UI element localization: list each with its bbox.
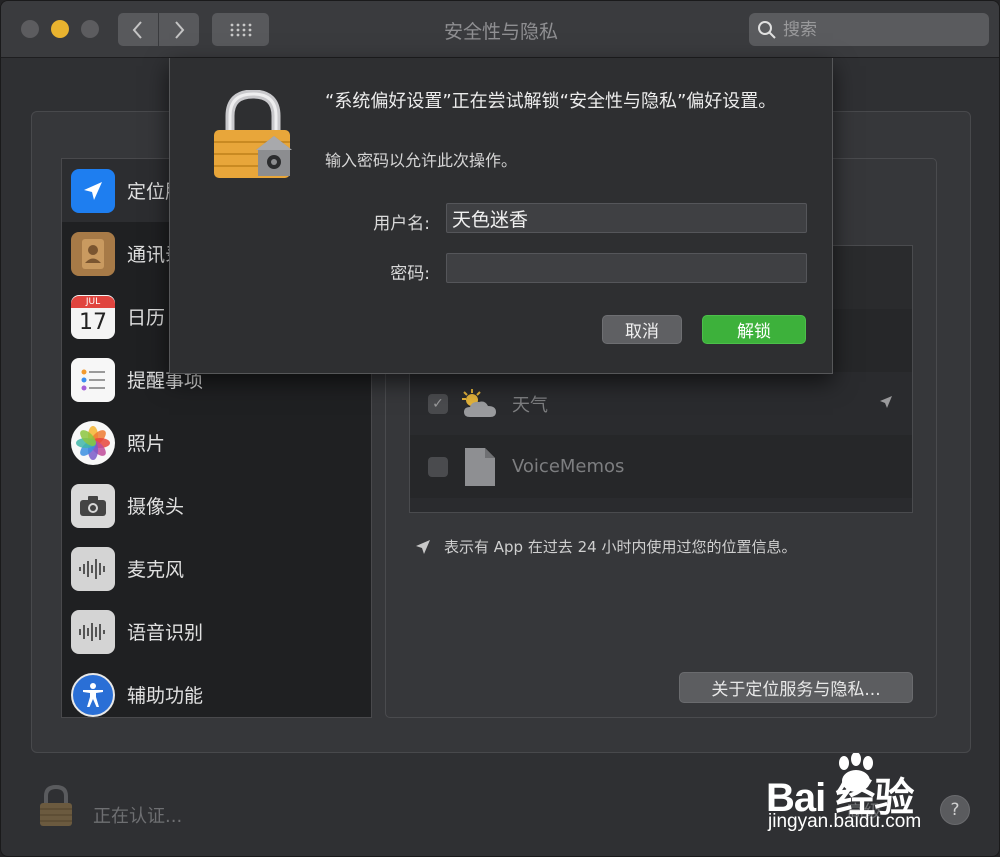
location-arrow-icon	[416, 539, 430, 554]
password-field[interactable]	[446, 253, 807, 283]
sidebar-item-label: 日历	[127, 307, 166, 329]
app-name: 天气	[512, 394, 548, 416]
microphone-icon	[71, 546, 115, 591]
search-icon	[758, 20, 776, 39]
list-item	[410, 498, 912, 512]
note-text: 表示有 App 在过去 24 小时内使用过您的位置信息。	[444, 538, 797, 556]
app-row-voicememos[interactable]: VoiceMemos	[410, 435, 912, 498]
calendar-icon: JUL 17	[71, 294, 115, 339]
sidebar-item-photos[interactable]: 照片	[62, 411, 371, 474]
username-label: 用户名:	[373, 214, 430, 234]
baidu-jingyan-watermark: Bai 经验 jingyan.baidu.com	[766, 753, 951, 838]
unlock-button[interactable]: 解锁	[702, 315, 806, 344]
about-location-privacy-button[interactable]: 关于定位服务与隐私...	[679, 672, 913, 703]
reminders-icon	[71, 357, 115, 402]
sidebar-item-label: 照片	[127, 433, 166, 455]
dialog-message: “系统偏好设置”正在尝试解锁“安全性与隐私”偏好设置。	[325, 91, 777, 112]
accessibility-icon	[71, 672, 115, 717]
sidebar-item-label: 摄像头	[127, 496, 185, 518]
voicememos-checkbox[interactable]	[428, 456, 448, 477]
photos-icon	[71, 420, 115, 465]
calendar-day: 17	[79, 309, 107, 335]
lock-icon	[212, 89, 296, 186]
search-box[interactable]	[749, 13, 989, 46]
cancel-button[interactable]: 取消	[602, 315, 682, 344]
weather-icon	[458, 382, 502, 426]
sidebar-item-label: 辅助功能	[127, 685, 204, 707]
app-name: VoiceMemos	[512, 456, 625, 477]
sidebar-item-speech-recognition[interactable]: 语音识别	[62, 600, 371, 663]
password-label: 密码:	[390, 264, 430, 284]
calendar-month: JUL	[71, 295, 115, 308]
authenticating-status: 正在认证...	[93, 806, 183, 827]
camera-icon	[71, 483, 115, 528]
system-preferences-window: 安全性与隐私 定位服务 通讯录 JUL 17 日历	[0, 0, 1000, 857]
sidebar-item-label: 语音识别	[127, 622, 204, 644]
watermark-url: jingyan.baidu.com	[768, 811, 922, 832]
location-usage-note: 表示有 App 在过去 24 小时内使用过您的位置信息。	[414, 536, 796, 557]
sidebar-item-microphone[interactable]: 麦克风	[62, 537, 371, 600]
authentication-dialog: “系统偏好设置”正在尝试解锁“安全性与隐私”偏好设置。 输入密码以允许此次操作。…	[169, 58, 833, 374]
location-arrow-icon	[880, 396, 892, 408]
location-arrow-icon	[71, 168, 115, 213]
lock-icon[interactable]	[37, 784, 75, 832]
weather-checkbox[interactable]: ✓	[428, 393, 448, 414]
sidebar-item-accessibility[interactable]: 辅助功能	[62, 663, 371, 726]
sidebar-item-label: 麦克风	[127, 559, 185, 581]
search-input[interactable]	[783, 19, 973, 40]
dialog-subtitle: 输入密码以允许此次操作。	[325, 151, 518, 170]
sidebar-item-camera[interactable]: 摄像头	[62, 474, 371, 537]
document-icon	[458, 445, 502, 489]
contacts-book-icon	[71, 231, 115, 276]
app-row-weather[interactable]: ✓ 天气	[410, 372, 912, 435]
title-bar: 安全性与隐私	[1, 1, 999, 58]
username-field[interactable]	[446, 203, 807, 233]
speech-recognition-icon	[71, 609, 115, 654]
